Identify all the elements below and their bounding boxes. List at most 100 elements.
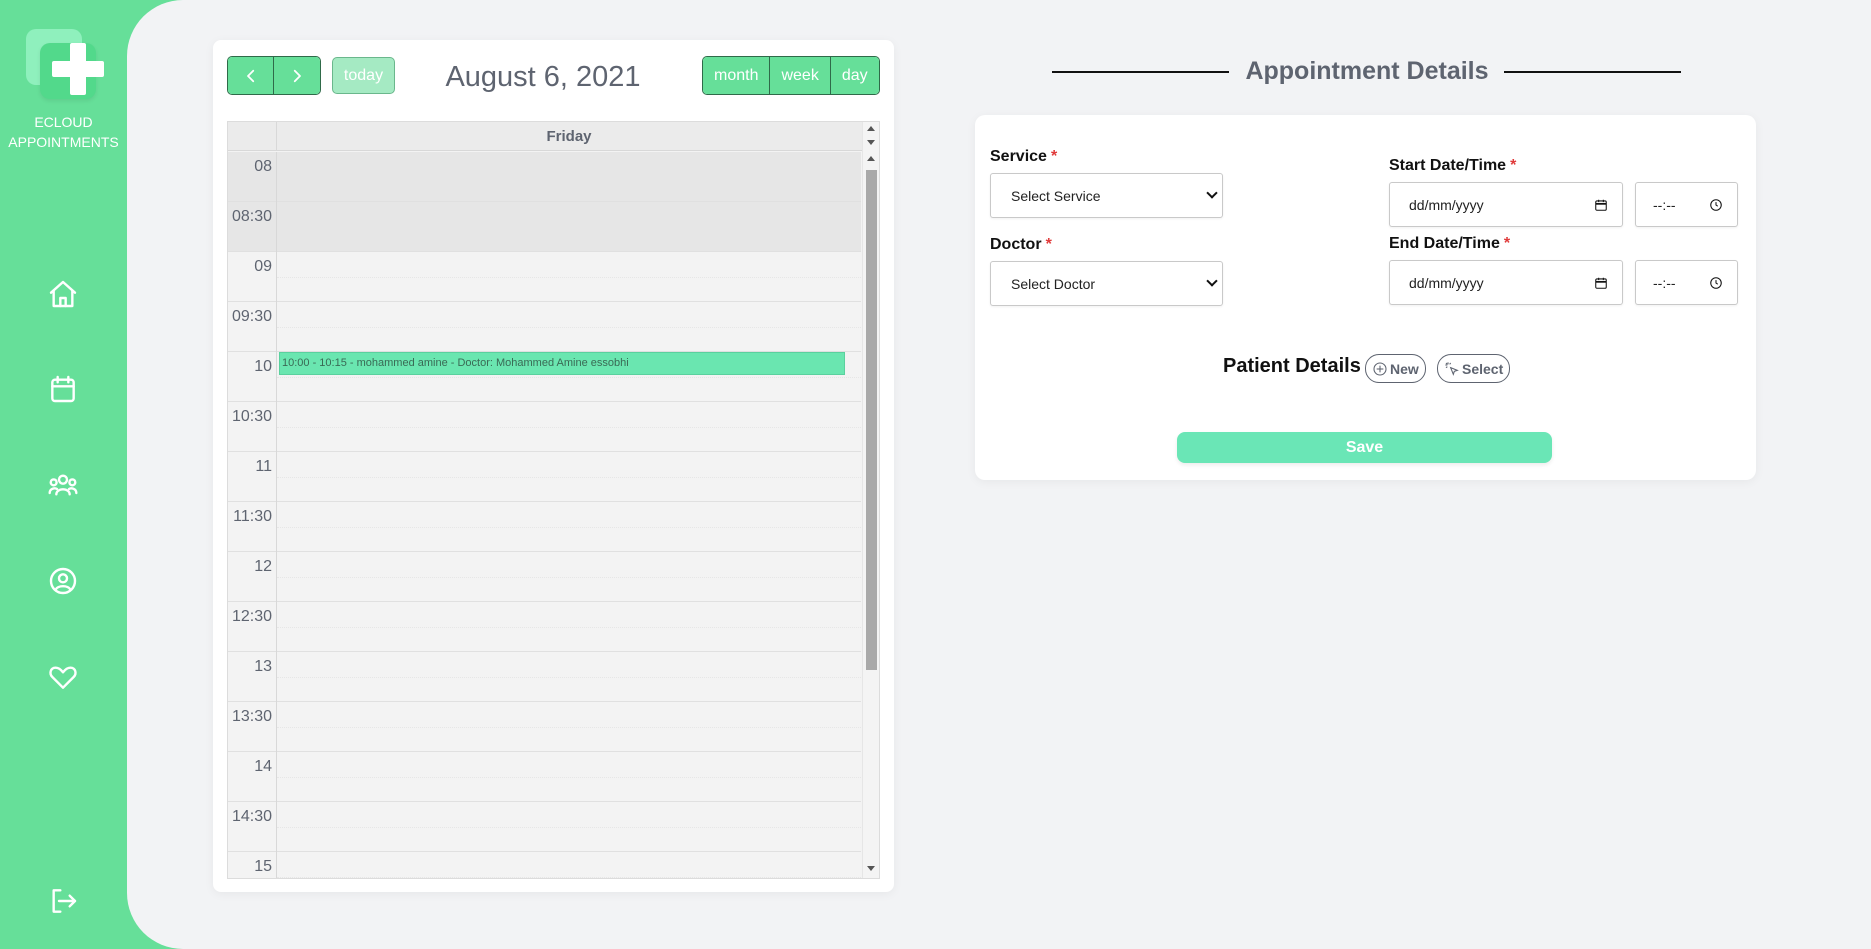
time-slot-row[interactable]: 13:30: [228, 702, 861, 752]
time-slot-label: 15: [228, 852, 277, 878]
time-slot-row[interactable]: 12:30: [228, 602, 861, 652]
doctor-select-value: Select Doctor: [1011, 275, 1096, 292]
sidebar-item-home[interactable]: [45, 276, 81, 312]
time-slot-row[interactable]: 14:30: [228, 802, 861, 852]
doctor-select[interactable]: Select Doctor: [990, 261, 1223, 306]
calendar-card: today August 6, 2021 month week day Frid…: [213, 40, 894, 892]
chevron-right-icon: [293, 69, 301, 82]
calendar-title: August 6, 2021: [445, 61, 641, 93]
appointment-title-wrap: Appointment Details: [1052, 56, 1681, 86]
calendar-picker-icon[interactable]: [1594, 198, 1608, 212]
brand-line-1: ECLOUD: [34, 114, 93, 130]
time-slot-row[interactable]: 12: [228, 552, 861, 602]
time-slot-row[interactable]: 11: [228, 452, 861, 502]
grid-header: Friday: [228, 122, 879, 151]
time-slot-label: 12:30: [228, 602, 277, 652]
scroll-up-arrow[interactable]: [867, 126, 875, 131]
half-hour-divider: [277, 627, 861, 628]
month-view-button[interactable]: month: [703, 57, 771, 94]
end-time-placeholder: --:--: [1653, 274, 1676, 291]
time-slot-label: 13:30: [228, 702, 277, 752]
time-slot-row[interactable]: 09: [228, 252, 861, 302]
clock-icon[interactable]: [1709, 276, 1723, 290]
calendar-event[interactable]: 10:00 - 10:15 - mohammed amine - Doctor:…: [279, 352, 845, 375]
calendar-picker-icon[interactable]: [1594, 276, 1608, 290]
half-hour-divider: [277, 277, 861, 278]
clock-icon[interactable]: [1709, 198, 1723, 212]
half-hour-divider: [277, 177, 861, 178]
next-button[interactable]: [274, 57, 320, 94]
select-patient-button[interactable]: Select: [1437, 354, 1511, 383]
scroll-down-arrow-bottom[interactable]: [867, 866, 875, 871]
end-datetime-label: End Date/Time *: [1389, 235, 1511, 252]
time-slot-label: 11:30: [228, 502, 277, 552]
half-hour-divider: [277, 877, 861, 878]
time-slot-row[interactable]: 09:30: [228, 302, 861, 352]
time-slot-row[interactable]: 10:30: [228, 402, 861, 452]
half-hour-divider: [277, 827, 861, 828]
calendar-scrollbar[interactable]: [862, 122, 879, 878]
scroll-down-arrow[interactable]: [867, 140, 875, 145]
chevron-down-icon: [1206, 186, 1218, 199]
logout-button[interactable]: [45, 883, 81, 919]
time-slot-label: 10: [228, 352, 277, 402]
start-date-placeholder: dd/mm/yyyy: [1409, 196, 1484, 213]
sidebar-item-profile[interactable]: [45, 563, 81, 599]
time-slot-label: 12: [228, 552, 277, 602]
time-slot-label: 14:30: [228, 802, 277, 852]
time-slot-row[interactable]: 08:30: [228, 202, 861, 252]
title-divider-left: [1052, 71, 1229, 73]
time-slot-row[interactable]: 15: [228, 852, 861, 878]
time-slot-label: 14: [228, 752, 277, 802]
half-hour-divider: [277, 227, 861, 228]
start-time-input[interactable]: --:--: [1635, 182, 1738, 227]
start-datetime-label: Start Date/Time *: [1389, 157, 1517, 174]
day-grid: Friday 08 08:30 09 09:30 10 10:30 11 11:30 12 12:…: [227, 121, 880, 879]
day-view-button[interactable]: day: [830, 57, 879, 94]
title-divider-right: [1504, 71, 1681, 73]
time-slot-row[interactable]: 08: [228, 152, 861, 202]
appointment-title: Appointment Details: [1245, 57, 1489, 85]
today-button[interactable]: today: [332, 57, 395, 94]
plus-circle-icon: [1373, 361, 1387, 376]
half-hour-divider: [277, 527, 861, 528]
half-hour-divider: [277, 377, 861, 378]
save-button[interactable]: Save: [1177, 432, 1552, 463]
main-panel: today August 6, 2021 month week day Frid…: [127, 0, 1871, 949]
scroll-thumb[interactable]: [866, 170, 877, 670]
time-slot-label: 08: [228, 152, 277, 202]
sidebar-item-favorites[interactable]: [45, 659, 81, 695]
end-time-input[interactable]: --:--: [1635, 260, 1738, 305]
time-slot-row[interactable]: 11:30: [228, 502, 861, 552]
time-slot-row[interactable]: 14: [228, 752, 861, 802]
select-patient-label: Select: [1462, 360, 1504, 377]
service-select[interactable]: Select Service: [990, 173, 1223, 218]
chevron-down-icon: [1206, 274, 1218, 287]
home-icon: [49, 280, 77, 308]
end-date-input[interactable]: dd/mm/yyyy: [1389, 260, 1623, 305]
end-date-placeholder: dd/mm/yyyy: [1409, 274, 1484, 291]
sidebar-item-calendar[interactable]: [45, 371, 81, 407]
week-view-button[interactable]: week: [770, 57, 831, 94]
half-hour-divider: [277, 477, 861, 478]
start-date-input[interactable]: dd/mm/yyyy: [1389, 182, 1623, 227]
logout-icon: [52, 889, 77, 913]
chevron-left-icon: [246, 69, 254, 82]
time-slot-row[interactable]: 13: [228, 652, 861, 702]
users-icon: [48, 474, 78, 496]
heart-icon: [49, 666, 77, 689]
patient-details-title: Patient Details: [1223, 355, 1361, 377]
sidebar-item-patients[interactable]: [45, 467, 81, 503]
time-slots: 08 08:30 09 09:30 10 10:30 11 11:30 12 12:30 13 13:…: [228, 152, 861, 878]
time-slot-label: 09:30: [228, 302, 277, 352]
half-hour-divider: [277, 327, 861, 328]
half-hour-divider: [277, 577, 861, 578]
time-slot-label: 11: [228, 452, 277, 502]
brand-line-2: APPOINTMENTS: [8, 134, 119, 150]
time-slot-label: 13: [228, 652, 277, 702]
calendar-icon: [51, 375, 75, 403]
half-hour-divider: [277, 777, 861, 778]
scroll-up-arrow-inner[interactable]: [867, 156, 875, 161]
prev-button[interactable]: [228, 57, 274, 94]
new-patient-button[interactable]: New: [1365, 354, 1426, 383]
